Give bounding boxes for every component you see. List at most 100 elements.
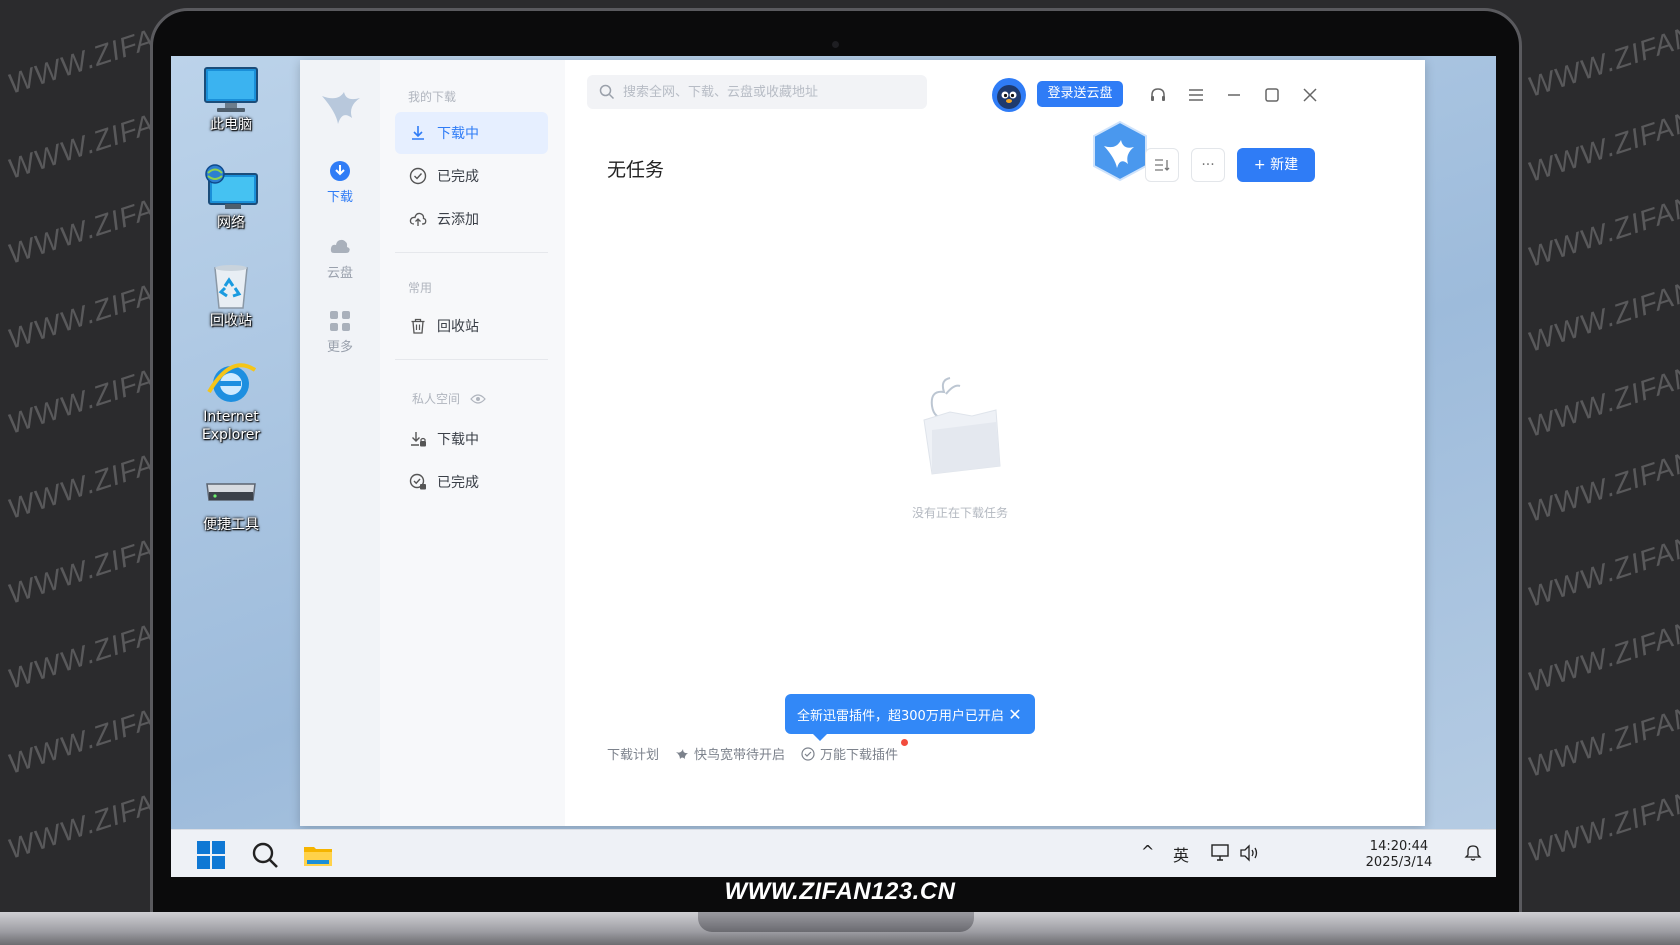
desktop-icon-network[interactable]: 网络 xyxy=(181,164,281,232)
nav-section-label: 私人空间 xyxy=(412,392,461,406)
clock-time: 14:20:44 xyxy=(1369,839,1429,854)
download-arrow-icon xyxy=(412,126,424,140)
nav-section-private: 私人空间 xyxy=(412,390,486,407)
clock-date: 2025/3/14 xyxy=(1365,855,1433,870)
nav-divider xyxy=(395,359,548,360)
thunder-bird-logo-icon xyxy=(318,84,364,130)
nav-item-label: 回收站 xyxy=(437,319,479,335)
empty-folder-icon xyxy=(923,377,1001,475)
desktop-icon-label: 网络 xyxy=(217,215,245,231)
drive-icon xyxy=(203,466,259,514)
grid-icon xyxy=(329,310,351,332)
thunder-app-window: 下载 云盘 更多 我的下载 下载中 已完成 云添加 常用 回收站 私人空间 下载… xyxy=(300,60,1425,826)
nav-section-common: 常用 xyxy=(408,281,433,295)
nav-item-private-downloading[interactable]: 下载中 xyxy=(395,418,548,460)
close-icon[interactable] xyxy=(1301,86,1319,104)
avatar[interactable] xyxy=(992,78,1026,112)
footer-plugin[interactable]: 万能下载插件 xyxy=(801,739,909,763)
check-circle-icon xyxy=(409,167,427,185)
nav-item-label: 已完成 xyxy=(437,475,479,491)
desktop-icon-label: 便捷工具 xyxy=(203,517,259,533)
desktop-icon-recycle-bin[interactable]: 回收站 xyxy=(181,262,281,330)
minimize-icon[interactable] xyxy=(1225,86,1243,104)
watermark: WWW.ZIFAN123.CN xyxy=(1523,753,1680,868)
plugin-icon xyxy=(801,746,815,761)
watermark: WWW.ZIFAN123.CN xyxy=(1523,498,1680,613)
sort-icon xyxy=(1155,159,1170,171)
nav-item-label: 下载中 xyxy=(437,126,479,142)
nav-item-recycle[interactable]: 回收站 xyxy=(395,305,548,347)
login-button[interactable]: 登录送云盘 xyxy=(1037,81,1123,107)
footer-speed-boost[interactable]: 快鸟宽带待开启 xyxy=(675,744,785,763)
footer-label: 快鸟宽带待开启 xyxy=(694,748,786,763)
app-rail: 下载 云盘 更多 xyxy=(300,60,380,826)
watermark: WWW.ZIFAN123.CN xyxy=(1523,328,1680,443)
desktop-icon-this-pc[interactable]: 此电脑 xyxy=(181,66,281,134)
rail-item-more[interactable]: 更多 xyxy=(300,310,380,355)
rail-item-label: 云盘 xyxy=(326,266,353,281)
network-status-icon[interactable] xyxy=(1211,844,1231,862)
nav-item-private-completed[interactable]: 已完成 xyxy=(395,461,548,503)
rail-item-cloud[interactable]: 云盘 xyxy=(300,236,380,281)
headset-icon[interactable] xyxy=(1149,86,1167,104)
watermark: WWW.ZIFAN123.CN xyxy=(1523,158,1680,273)
watermark: WWW.ZIFAN123.CN xyxy=(1523,243,1680,358)
watermark: WWW.ZIFAN123.CN xyxy=(1523,668,1680,783)
file-explorer-icon[interactable] xyxy=(303,840,333,870)
toast-text: 全新迅雷插件，超300万用户已开启 xyxy=(797,708,1004,724)
monitor-icon xyxy=(203,66,259,114)
locked-check-icon xyxy=(409,473,426,490)
search-icon[interactable] xyxy=(250,840,280,870)
footer-label: 下载计划 xyxy=(607,748,660,763)
cloud-upload-icon xyxy=(409,212,427,226)
footer-download-plan[interactable]: 下载计划 xyxy=(607,744,659,763)
network-icon xyxy=(203,164,259,212)
rail-item-label: 下载 xyxy=(326,190,353,205)
notification-icon[interactable] xyxy=(1463,843,1483,863)
watermark: WWW.ZIFAN123.CN xyxy=(1523,73,1680,188)
volume-icon[interactable] xyxy=(1239,844,1261,862)
watermark: WWW.ZIFAN123.CN xyxy=(1523,413,1680,528)
windows-start-icon[interactable] xyxy=(196,840,226,870)
maximize-icon[interactable] xyxy=(1263,86,1281,104)
more-button[interactable]: ··· xyxy=(1191,148,1225,182)
tray-chevron-button[interactable]: ^ xyxy=(1141,842,1154,861)
download-icon xyxy=(329,160,351,182)
internet-explorer-icon xyxy=(203,358,259,406)
thunder-hex-logo-icon xyxy=(1093,120,1147,182)
footer-bar: 下载计划 快鸟宽带待开启 万能下载插件 xyxy=(607,739,914,763)
cloud-icon xyxy=(329,236,351,258)
nav-item-downloading[interactable]: 下载中 xyxy=(395,112,548,154)
new-task-button[interactable]: + 新建 xyxy=(1237,148,1315,182)
locked-download-icon xyxy=(411,432,426,447)
recycle-bin-icon xyxy=(203,262,259,310)
desktop-icon-tools[interactable]: 便捷工具 xyxy=(181,466,281,534)
watermark: WWW.ZIFAN123.CN xyxy=(1523,0,1680,103)
nav-item-label: 下载中 xyxy=(437,432,479,448)
menu-icon[interactable] xyxy=(1187,86,1205,104)
nav-sidebar: 我的下载 下载中 已完成 云添加 常用 回收站 私人空间 下载中 已完成 xyxy=(380,60,565,826)
nav-section-my-downloads: 我的下载 xyxy=(408,90,457,104)
nav-item-label: 已完成 xyxy=(437,169,479,185)
nav-item-completed[interactable]: 已完成 xyxy=(395,155,548,197)
empty-state-text: 没有正在下载任务 xyxy=(911,506,1008,520)
desktop-icon-ie[interactable]: Internet Explorer xyxy=(181,358,281,444)
taskbar: ^ 英 14:20:44 2025/3/14 xyxy=(171,829,1496,877)
rail-item-download[interactable]: 下载 xyxy=(300,160,380,205)
nav-item-cloud-add[interactable]: 云添加 xyxy=(395,198,548,240)
eye-icon[interactable] xyxy=(470,393,486,405)
desktop-icon-label: 此电脑 xyxy=(210,117,252,133)
laptop-notch xyxy=(698,912,974,932)
search-input[interactable] xyxy=(587,75,927,109)
bird-icon xyxy=(676,748,689,759)
plugin-toast[interactable]: 全新迅雷插件，超300万用户已开启 ✕ xyxy=(785,694,1035,741)
rail-item-label: 更多 xyxy=(326,340,353,355)
footer-label: 万能下载插件 xyxy=(820,748,899,763)
watermark: WWW.ZIFAN123.CN xyxy=(1523,583,1680,698)
toast-close-button[interactable]: ✕ xyxy=(1005,705,1025,724)
clock[interactable]: 14:20:44 2025/3/14 xyxy=(1349,839,1449,871)
desktop-screen: 此电脑 网络 回收站 Internet Explorer 便捷工具 下载 云盘 … xyxy=(171,56,1496,877)
sort-button[interactable] xyxy=(1145,148,1179,182)
ime-indicator[interactable]: 英 xyxy=(1173,842,1189,866)
trash-icon xyxy=(411,318,425,334)
